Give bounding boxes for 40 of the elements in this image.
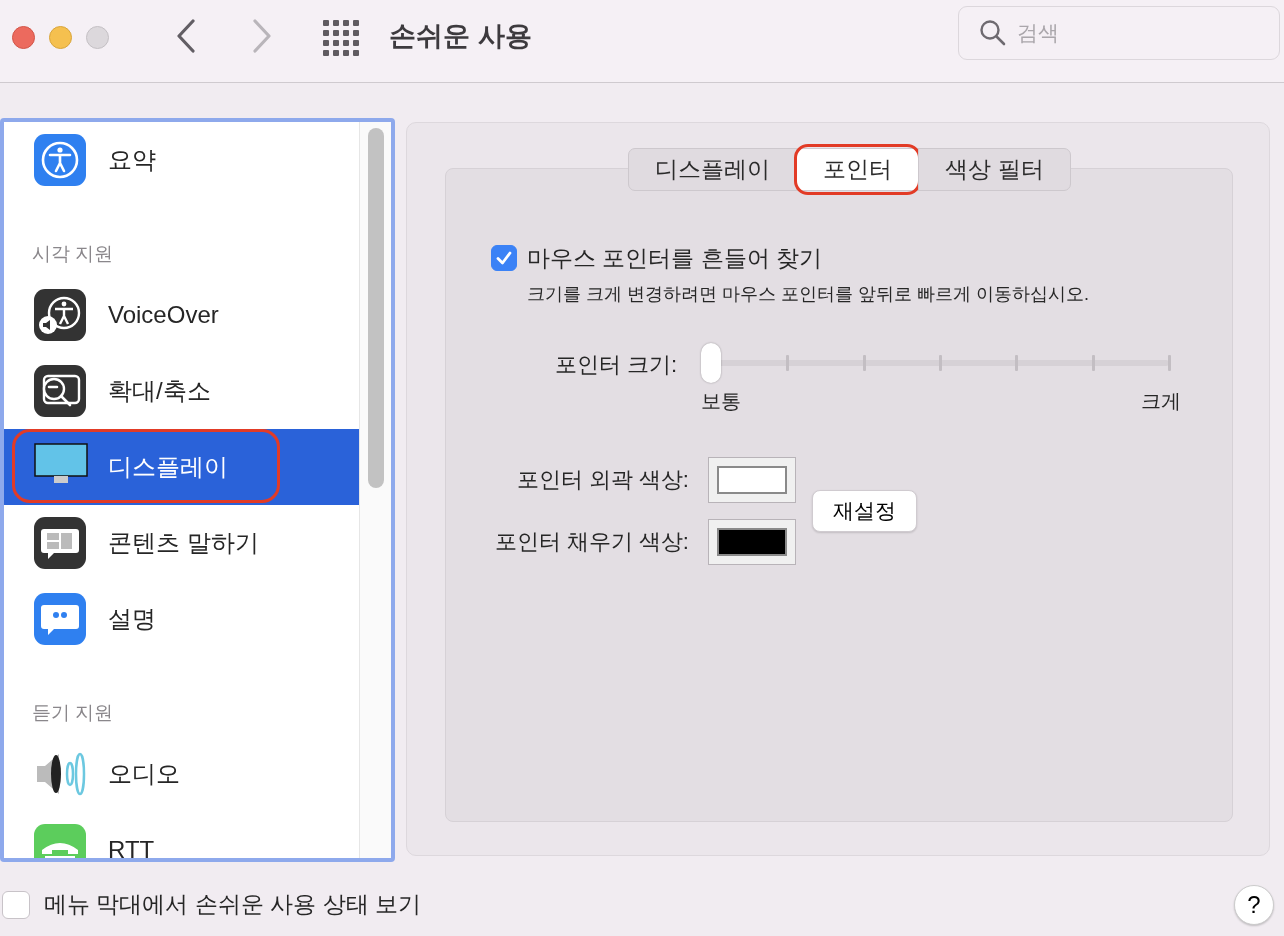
checkbox-label: 메뉴 막대에서 손쉬운 사용 상태 보기 — [44, 890, 421, 920]
sidebar-item[interactable]: 요약 — [4, 121, 359, 198]
sidebar-item[interactable]: RTT — [4, 811, 359, 858]
search-icon — [979, 19, 1007, 47]
tab[interactable]: 디스플레이 — [628, 147, 798, 191]
min-label: 보통 — [701, 388, 741, 414]
speech-bubble-icon — [34, 516, 88, 569]
reset-button[interactable]: 재설정 — [812, 489, 918, 532]
close-button[interactable] — [12, 26, 35, 49]
sidebar-item[interactable]: 오디오 — [4, 735, 359, 812]
search-input[interactable]: 검색 — [1015, 20, 1259, 46]
sidebar-item[interactable]: 설명 — [4, 580, 359, 657]
slider-label: 포인터 크기: — [553, 350, 677, 379]
section-header: 듣기 지원 — [32, 700, 114, 725]
magnifier-icon — [34, 364, 88, 417]
color-well[interactable] — [708, 456, 797, 503]
section-header: 시각 지원 — [32, 241, 114, 266]
window-title: 손쉬운 사용 — [389, 20, 532, 53]
checkbox-label: 마우스 포인터를 흔들어 찾기 — [527, 243, 823, 273]
color-label: 포인터 외곽 색상: — [516, 465, 689, 494]
max-label: 크게 — [1141, 388, 1181, 414]
scrollbar-thumb[interactable] — [368, 127, 384, 488]
tab[interactable]: 색상 필터 — [918, 147, 1071, 191]
minimize-button[interactable] — [49, 26, 72, 49]
checkbox[interactable] — [2, 890, 30, 919]
color-well[interactable] — [708, 518, 797, 565]
sidebar-item[interactable]: VoiceOver — [4, 276, 359, 353]
color-label: 포인터 채우기 색상: — [494, 527, 689, 556]
sidebar-item[interactable]: 디스플레이 — [4, 428, 359, 505]
help-button[interactable]: ? — [1234, 884, 1274, 925]
accessibility-icon — [34, 133, 88, 186]
checkbox[interactable] — [491, 245, 517, 272]
sidebar-item[interactable]: 콘텐츠 말하기 — [4, 504, 359, 581]
sidebar-item[interactable]: 확대/축소 — [4, 352, 359, 429]
search-field[interactable]: 검색 — [958, 6, 1280, 60]
zoom-button[interactable] — [86, 26, 109, 49]
quote-bubble-icon — [34, 592, 88, 645]
description-text: 크기를 크게 변경하려면 마우스 포인터를 앞뒤로 빠르게 이동하십시오. — [527, 282, 1090, 306]
accessibility-speaker-icon — [34, 288, 88, 341]
slider-thumb[interactable] — [701, 342, 721, 383]
